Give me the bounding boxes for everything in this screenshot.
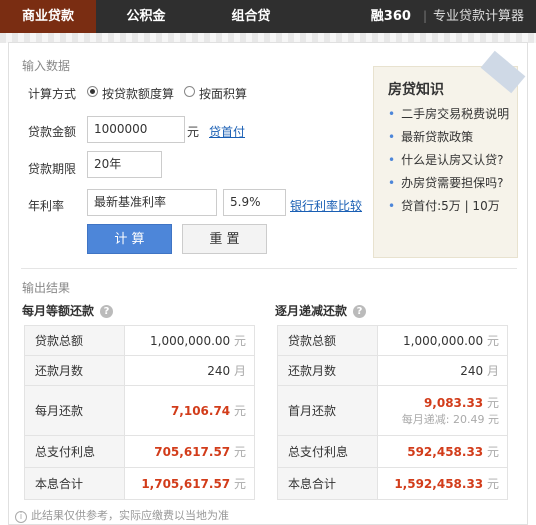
bank-rate-compare-link[interactable]: 银行利率比较	[290, 197, 362, 214]
tape-decoration	[480, 50, 526, 94]
row-label: 贷款总额	[277, 325, 378, 356]
row-value: 7,106.74 元	[124, 385, 255, 436]
brand-title: 专业贷款计算器	[432, 9, 524, 24]
tab-provident-fund[interactable]: 公积金	[96, 0, 196, 33]
rate-value-input[interactable]: 5.9%	[223, 189, 286, 216]
table-row: 还款月数 240 月	[24, 355, 255, 386]
tab-combined-loan[interactable]: 组合贷	[196, 0, 306, 33]
equal-payment-title-text: 每月等额还款	[22, 304, 95, 318]
disclaimer: i 此结果仅供参考，实际应缴费以当地为准	[15, 507, 229, 523]
brand-logo: 融360	[370, 9, 411, 24]
equal-principal-title: 逐月递减还款?	[275, 302, 367, 319]
tab-commercial-loan[interactable]: 商业贷款	[0, 0, 96, 33]
row-value: 705,617.57 元	[124, 435, 255, 468]
knowledge-link[interactable]: 办房贷需要担保吗?	[388, 172, 509, 195]
row-label: 总支付利息	[24, 435, 125, 468]
knowledge-list: 二手房交易税费说明 最新贷款政策 什么是认房又认贷? 办房贷需要担保吗? 贷首付…	[388, 103, 509, 218]
knowledge-link[interactable]: 最新贷款政策	[388, 126, 509, 149]
mortgage-knowledge-box: 房贷知识 二手房交易税费说明 最新贷款政策 什么是认房又认贷? 办房贷需要担保吗…	[373, 50, 526, 258]
row-label: 本息合计	[277, 467, 378, 500]
loan-term-input[interactable]: 20年	[87, 151, 162, 178]
table-row: 首月还款 9,083.33 元 每月递减: 20.49 元	[277, 385, 508, 436]
loan-term-label: 贷款期限	[28, 162, 77, 176]
section-divider	[21, 268, 517, 269]
calculate-button[interactable]: 计 算	[87, 224, 172, 254]
row-value: 240 月	[124, 355, 255, 386]
table-row: 本息合计 1,705,617.57 元	[24, 467, 255, 500]
knowledge-link[interactable]: 贷首付:5万 | 10万	[388, 195, 509, 218]
row-value: 592,458.33 元	[377, 435, 508, 468]
input-section-heading: 输入数据	[22, 59, 71, 73]
help-icon[interactable]: ?	[353, 305, 367, 318]
annual-rate-label: 年利率	[28, 199, 65, 213]
row-value: 9,083.33 元 每月递减: 20.49 元	[377, 385, 508, 436]
loan-amount-label: 贷款金额	[28, 125, 77, 139]
radio-by-area[interactable]	[184, 86, 195, 97]
down-payment-link[interactable]: 贷首付	[209, 123, 245, 140]
calculator-panel: 输入数据 计算方式 按贷款额度算 按面积算 贷款金额 1000000 元 贷首付…	[8, 42, 528, 525]
row-label: 本息合计	[24, 467, 125, 500]
loan-amount-unit: 元	[187, 125, 200, 139]
monthly-decrease: 每月递减: 20.49 元	[401, 413, 499, 426]
radio-by-area-label: 按面积算	[199, 87, 248, 101]
row-label: 总支付利息	[277, 435, 378, 468]
equal-payment-title: 每月等额还款?	[22, 302, 114, 319]
row-value: 240 月	[377, 355, 508, 386]
equal-principal-table: 贷款总额 1,000,000.00 元 还款月数 240 月 首月还款 9,08…	[277, 325, 508, 500]
brand: 融360 | 专业贷款计算器	[370, 9, 524, 24]
table-row: 总支付利息 592,458.33 元	[277, 435, 508, 468]
rate-type-select[interactable]: 最新基准利率	[87, 189, 217, 216]
row-label: 还款月数	[277, 355, 378, 386]
table-row: 贷款总额 1,000,000.00 元	[24, 325, 255, 356]
output-section-heading: 输出结果	[22, 281, 71, 295]
reset-button[interactable]: 重 置	[182, 224, 267, 254]
help-icon[interactable]: ?	[100, 305, 114, 318]
top-nav: 商业贷款 公积金 组合贷 融360 | 专业贷款计算器	[0, 0, 536, 33]
loan-calculator: 商业贷款 公积金 组合贷 融360 | 专业贷款计算器 输入数据 计算方式 按贷款额…	[0, 0, 536, 525]
knowledge-title: 房贷知识	[388, 82, 444, 98]
row-label: 每月还款	[24, 385, 125, 436]
row-value: 1,705,617.57 元	[124, 467, 255, 500]
table-row: 贷款总额 1,000,000.00 元	[277, 325, 508, 356]
table-row: 本息合计 1,592,458.33 元	[277, 467, 508, 500]
row-value: 1,592,458.33 元	[377, 467, 508, 500]
table-row: 还款月数 240 月	[277, 355, 508, 386]
loan-amount-input[interactable]: 1000000	[87, 116, 185, 143]
row-value: 1,000,000.00 元	[377, 325, 508, 356]
row-label: 首月还款	[277, 385, 378, 436]
knowledge-link[interactable]: 二手房交易税费说明	[388, 103, 509, 126]
table-row: 每月还款 7,106.74 元	[24, 385, 255, 436]
knowledge-link[interactable]: 什么是认房又认贷?	[388, 149, 509, 172]
row-value: 1,000,000.00 元	[124, 325, 255, 356]
row-label: 贷款总额	[24, 325, 125, 356]
radio-by-amount[interactable]	[87, 86, 98, 97]
equal-principal-title-text: 逐月递减还款	[275, 304, 348, 318]
row-label: 还款月数	[24, 355, 125, 386]
disclaimer-text: 此结果仅供参考，实际应缴费以当地为准	[31, 509, 229, 522]
equal-payment-table: 贷款总额 1,000,000.00 元 还款月数 240 月 每月还款 7,10…	[24, 325, 255, 500]
radio-by-amount-label: 按贷款额度算	[102, 87, 175, 101]
calc-method-label: 计算方式	[28, 87, 77, 101]
info-icon: i	[15, 511, 27, 523]
table-row: 总支付利息 705,617.57 元	[24, 435, 255, 468]
